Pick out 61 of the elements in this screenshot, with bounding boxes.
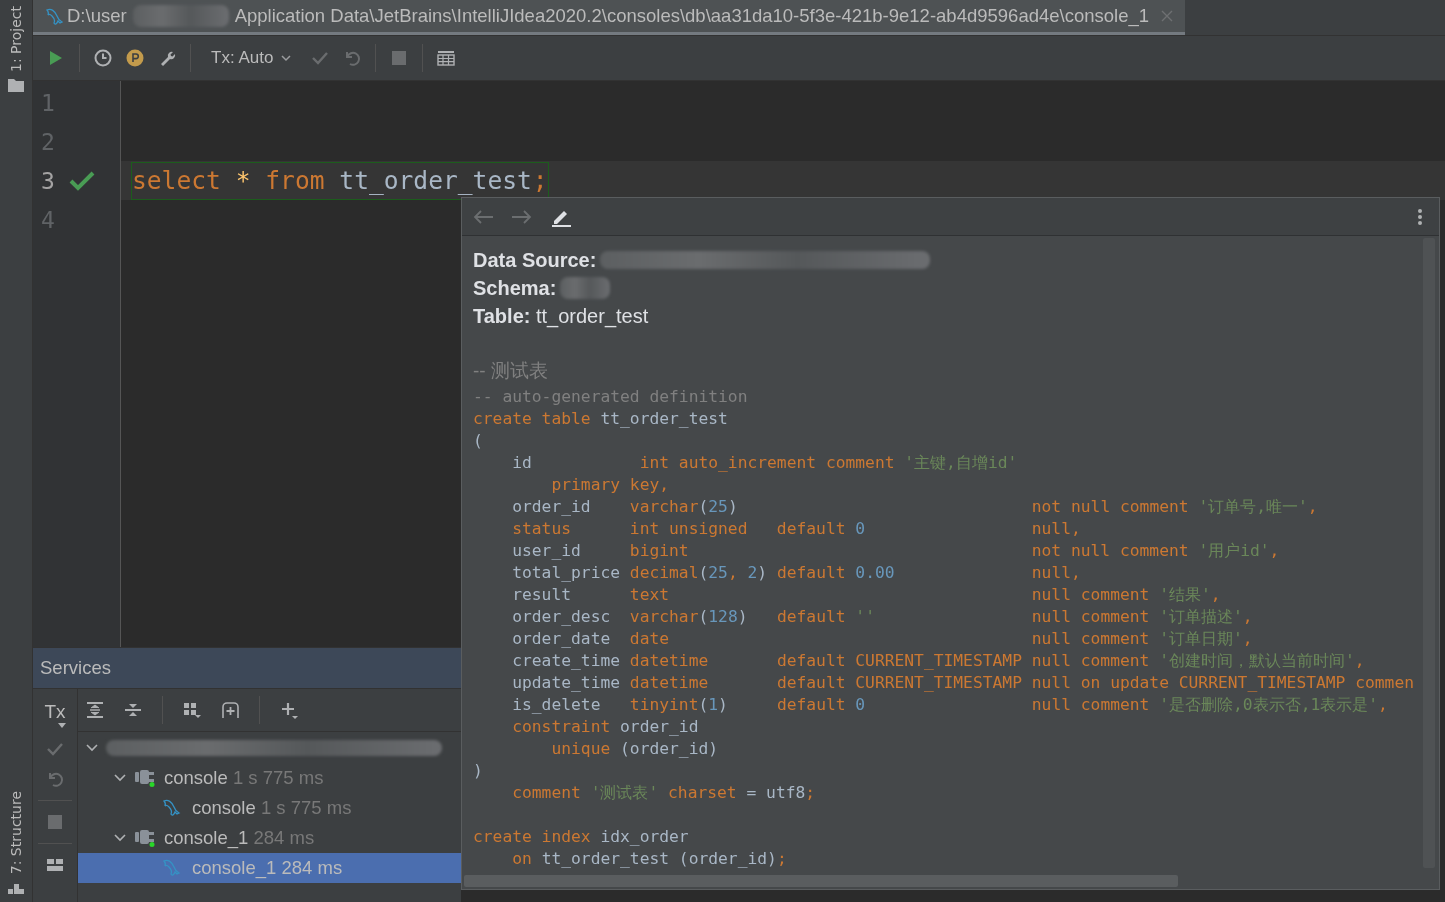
field-label: Data Source: (473, 248, 597, 272)
chevron-down-icon[interactable] (114, 772, 126, 784)
session-icon (134, 768, 156, 788)
tree-row[interactable]: console_1 284 ms (78, 823, 461, 853)
chevron-down-icon[interactable] (86, 742, 98, 754)
project-tool-button[interactable]: 1: Project (8, 6, 24, 92)
code-line: create table tt_order_test (473, 409, 728, 428)
clock-icon[interactable] (94, 49, 112, 67)
tree-row[interactable]: console 1 s 775 ms (78, 763, 461, 793)
comment-text: -- 测试表 (473, 359, 549, 383)
caret-icon (281, 54, 292, 62)
session-label: console_1 284 ms (192, 857, 343, 879)
code-line: -- auto-generated definition (473, 387, 748, 406)
code-line: create index idx_order (473, 827, 689, 846)
code-line: order_date date null comment '订单日期', (511, 629, 1253, 648)
code-line: status int unsigned default 0 null, (511, 519, 1081, 538)
code-line: on tt_order_test (order_id); (511, 849, 787, 868)
code-line: create_time datetime default CURRENT_TIMESTAMP null comment '创建时间，默认当前时间', (511, 651, 1365, 670)
field-text: Table: tt_order_test (473, 304, 649, 328)
tab-path: Application Data\JetBrains\IntelliJIdea2020.2\consoles\db\aa31da10-5f3e-421b-9e12-ab4d9596ad4e\console_1 (234, 5, 1150, 27)
check-icon (69, 169, 95, 192)
structure-tool-button[interactable]: 7: Structure (8, 790, 24, 894)
line-number: 3 (41, 167, 56, 194)
field-label: Schema: (473, 276, 557, 300)
session-label: console_1 284 ms (164, 827, 315, 849)
code-line: result text null comment '结果', (511, 585, 1221, 604)
code-line: unique (order_id) (550, 739, 719, 758)
expand-all-icon[interactable] (86, 701, 104, 719)
editor-tab[interactable]: D:\user Application Data\JetBrains\IntelliJIdea2020.2\consoles\db\aa31da10-5f3e-421b-9e12-ab4d9596ad4e\console_1 (33, 0, 1186, 35)
code-line: order_desc varchar(128) default '' null comment '订单描述', (511, 607, 1253, 626)
chevron-down-icon[interactable] (114, 832, 126, 844)
table-icon[interactable] (437, 49, 456, 67)
code-line: ) (473, 761, 483, 780)
code-line: user_id bigint not null comment '用户id', (511, 541, 1280, 560)
session-label: console 1 s 775 ms (164, 767, 324, 789)
new-session-icon[interactable] (221, 701, 239, 719)
dolphin-icon (45, 7, 63, 25)
add-icon[interactable] (280, 701, 298, 719)
profile-icon[interactable] (126, 49, 144, 67)
caret-icon (57, 723, 66, 728)
session-icon (134, 828, 156, 848)
folder-icon (8, 78, 24, 92)
tree-row[interactable]: console 1 s 775 ms (78, 793, 461, 823)
redacted-mark (560, 277, 611, 299)
code-line: constraint order_id (511, 717, 699, 736)
code-line: total_price decimal(25, 2) default 0.00 null, (511, 563, 1081, 582)
code-line: id int auto_increment comment '主键,自增id' (511, 453, 1018, 472)
collapse-all-icon[interactable] (124, 701, 142, 719)
code-line: primary key, (550, 475, 670, 494)
transaction-dropdown[interactable]: Tx: Auto (205, 48, 298, 68)
code-line: is_delete tinyint(1) default 0 null comment '是否删除,0表示否,1表示是', (511, 695, 1388, 714)
panel-title: Services (33, 648, 461, 689)
session-label: console 1 s 775 ms (192, 797, 352, 819)
group-icon[interactable] (183, 701, 201, 719)
code-line: ( (473, 431, 483, 450)
code-line: update_time datetime default CURRENT_TIMESTAMP null on update CURRENT_TIMESTAMP commen (511, 673, 1414, 692)
transaction-dropdown[interactable]: Tx (44, 701, 66, 728)
more-icon[interactable] (1417, 207, 1423, 226)
code-line: comment '测试表' charset = utf8; (511, 783, 816, 802)
layout-icon[interactable] (46, 856, 64, 874)
tab-path: D:\user (67, 5, 127, 27)
